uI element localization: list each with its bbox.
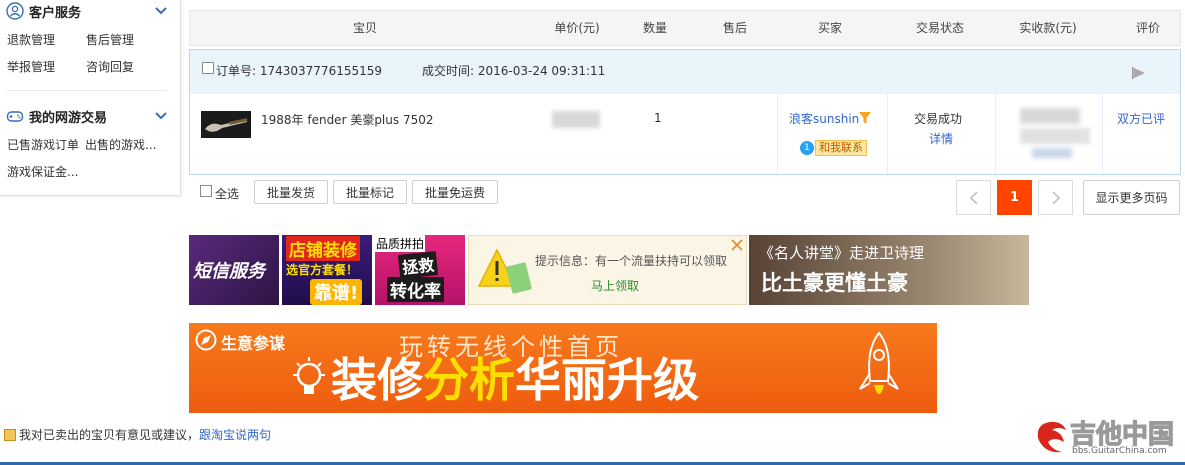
divider (995, 94, 996, 174)
sidebar-divider (6, 90, 166, 91)
item-thumbnail[interactable] (201, 111, 251, 138)
close-icon[interactable] (731, 239, 743, 251)
user-service-icon (6, 2, 24, 20)
detail-link[interactable]: 详情 (929, 130, 953, 147)
review-link[interactable]: 双方已评 (1117, 110, 1165, 127)
ad-decoration-subtitle: 选官方套餐！ (286, 263, 359, 277)
feedback-link[interactable]: 跟淘宝说两句 (199, 428, 271, 442)
col-header-quantity: 数量 (642, 21, 667, 35)
sidebar-item-report[interactable]: 举报管理 (7, 58, 55, 75)
banner-headline-b: 分析 (423, 353, 515, 407)
ad-business-advisor-banner[interactable]: 生意参谋 玩转无线个性首页 装修分析华丽升级 (189, 323, 937, 413)
select-all-label[interactable]: 全选 (215, 185, 239, 202)
ad-decoration-title: 店铺装修 (286, 236, 360, 261)
gamepad-icon (6, 107, 24, 125)
order-number: 订单号: 1743037776155159 (216, 64, 383, 78)
divider (1102, 94, 1103, 174)
sidebar-item-selling-games[interactable]: 出售的游戏... (85, 136, 156, 153)
feedback-row: 我对已卖出的宝贝有意见或建议，跟淘宝说两句 (4, 426, 271, 443)
ad-rescue-word: 拯救 (397, 251, 439, 279)
chevron-right-icon (1051, 190, 1060, 205)
ad-lecture-title: 《名人讲堂》走进卫诗理 (759, 244, 925, 262)
buyer-link[interactable]: 浪客sunshin (789, 110, 859, 127)
watermark-en: bbs.GuitarChina.com (1072, 446, 1167, 456)
amount-blurred-3 (1032, 148, 1072, 158)
flag-icon[interactable] (1131, 66, 1147, 80)
col-header-price: 单价(元) (554, 21, 600, 35)
chevron-down-icon[interactable] (154, 109, 168, 123)
next-page-button[interactable] (1038, 180, 1073, 215)
rocket-icon (859, 331, 899, 394)
quantity-value: 1 (654, 111, 662, 125)
ad-decoration-tag: 靠谱! (310, 279, 363, 305)
col-header-received: 实收款(元) (1019, 21, 1077, 35)
feedback-text: 我对已卖出的宝贝有意见或建议， (19, 428, 200, 442)
chevron-down-icon[interactable] (154, 4, 168, 18)
ad-rescue-word-2: 转化率 (387, 277, 444, 302)
contact-me-label: 和我联系 (815, 139, 867, 156)
ad-conversion-rescue[interactable]: 品质拼拍 拯救 转化率 (375, 235, 465, 305)
col-header-status: 交易状态 (915, 21, 964, 35)
claim-now-link[interactable]: 马上领取 (591, 277, 639, 294)
order-header: 订单号: 1743037776155159 成交时间: 2016-03-24 0… (190, 50, 1180, 94)
customer-service-title[interactable]: 客户服务 (6, 0, 81, 22)
game-trade-title[interactable]: 我的网游交易 (6, 105, 107, 127)
prev-page-button[interactable] (956, 180, 991, 215)
banner-brand: 生意参谋 (221, 334, 286, 353)
tip-banner: 提示信息：有一个流量扶持可以领取 马上领取 (468, 235, 747, 305)
col-header-item: 宝贝 (352, 21, 377, 35)
guitar-china-logo-icon (1037, 421, 1066, 453)
contact-me-button[interactable]: 1 和我联系 (800, 139, 867, 156)
order-row: 订单号: 1743037776155159 成交时间: 2016-03-24 0… (189, 49, 1181, 175)
game-trade-label: 我的网游交易 (29, 110, 108, 126)
amount-blurred-2 (1020, 128, 1090, 144)
sidebar-item-sold-game-orders[interactable]: 已售游戏订单 (7, 136, 79, 153)
warning-icon (477, 248, 532, 294)
item-title-link[interactable]: 1988年 fender 美豪plus 7502 (261, 111, 433, 128)
amount-blurred (1020, 108, 1080, 124)
col-header-aftersale: 售后 (722, 21, 747, 35)
select-all-checkbox[interactable] (200, 185, 212, 197)
ad-sms-service[interactable]: 短信服务 (189, 235, 279, 305)
col-header-review: 评价 (1135, 21, 1160, 35)
banner-headline: 装修分析华丽升级 (331, 353, 699, 407)
more-pages-button[interactable]: 显示更多页码 (1083, 180, 1180, 215)
batch-free-shipping-button[interactable]: 批量免运费 (412, 180, 498, 204)
col-header-buyer: 买家 (817, 21, 842, 35)
feedback-icon (4, 429, 16, 441)
wangwang-icon: 1 (800, 140, 814, 155)
sidebar-item-aftersale[interactable]: 售后管理 (86, 31, 134, 48)
ad-quality-label: 品质拼拍 (375, 235, 426, 252)
sidebar: 客户服务 退款管理 售后管理 举报管理 咨询回复 我的网游交易 已售游戏订单 出… (0, 0, 181, 196)
ad-sms-text: 短信服务 (193, 261, 265, 282)
batch-ship-button[interactable]: 批量发货 (254, 180, 328, 204)
sidebar-item-inquiry[interactable]: 咨询回复 (86, 58, 134, 75)
page-1-button[interactable]: 1 (997, 180, 1032, 215)
batch-mark-button[interactable]: 批量标记 (333, 180, 407, 204)
ad-shop-decoration[interactable]: 店铺装修 选官方套餐！ 靠谱! (282, 235, 372, 305)
banner-headline-a: 装修 (331, 353, 423, 407)
watermark: 吉他中国 bbs.GuitarChina.com (1030, 414, 1182, 460)
table-header: 宝贝 单价(元) 数量 售后 买家 交易状态 实收款(元) 评价 (189, 10, 1181, 46)
sidebar-item-refund[interactable]: 退款管理 (7, 31, 55, 48)
ad-lecture-slogan: 比土豪更懂土豪 (761, 271, 908, 295)
lightbulb-icon (293, 357, 325, 394)
divider (887, 94, 888, 174)
order-checkbox[interactable] (202, 62, 214, 74)
order-body: 1988年 fender 美豪plus 7502 1 浪客sunshin 1 和… (190, 94, 1180, 174)
compass-icon (195, 329, 217, 351)
ad-lecture[interactable]: 《名人讲堂》走进卫诗理 比土豪更懂土豪 (749, 235, 1029, 305)
trade-status: 交易成功 (914, 112, 963, 126)
tip-text: 提示信息：有一个流量扶持可以领取 (535, 254, 728, 268)
filter-icon[interactable] (858, 111, 872, 125)
order-time: 成交时间: 2016-03-24 09:31:11 (422, 64, 606, 78)
banner-headline-c: 华丽升级 (515, 353, 699, 407)
price-blurred (552, 111, 600, 128)
divider (777, 94, 778, 174)
customer-service-label: 客户服务 (29, 5, 82, 21)
sidebar-item-game-deposit[interactable]: 游戏保证金... (7, 163, 78, 180)
chevron-left-icon (969, 190, 978, 205)
